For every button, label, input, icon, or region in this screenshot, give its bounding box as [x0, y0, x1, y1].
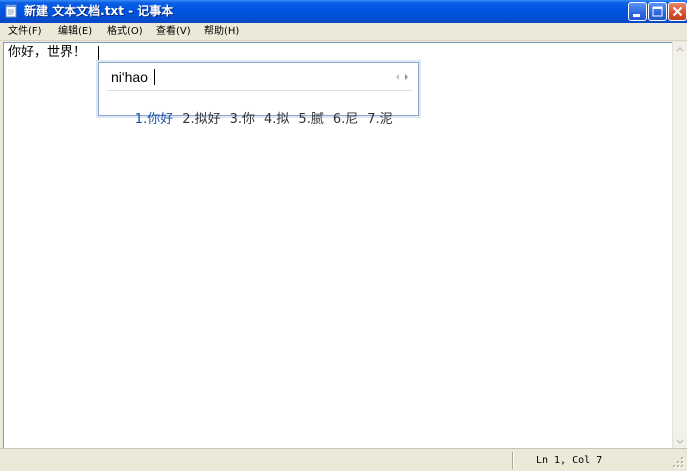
menu-format[interactable]: 格式(O) — [107, 25, 143, 39]
status-bar: Ln 1, Col 7 — [0, 448, 687, 471]
chevron-up-icon — [676, 47, 684, 52]
ime-candidate-6[interactable]: 6.尼 — [333, 111, 358, 128]
window-title: 新建 文本文档.txt - 记事本 — [24, 4, 174, 18]
page-arrows-icon[interactable] — [394, 72, 410, 82]
maximize-button[interactable] — [648, 2, 667, 21]
scroll-up-button[interactable] — [673, 42, 687, 56]
menu-bar: 文件(F) 编辑(E) 格式(O) 查看(V) 帮助(H) — [0, 23, 687, 41]
ime-candidate-3[interactable]: 3.你 — [230, 111, 255, 128]
resize-grip-icon[interactable] — [672, 455, 685, 468]
title-bar[interactable]: 新建 文本文档.txt - 记事本 — [0, 0, 687, 23]
ime-divider — [107, 90, 412, 91]
editor-content: 你好，世界！ — [8, 45, 87, 60]
menu-edit[interactable]: 编辑(E) — [58, 25, 92, 39]
ime-candidate-window: ni'hao 1.你好 2.拟好 3.你 4.拟 5.腻 6.尼 7.泥 — [98, 62, 419, 127]
chevron-down-icon — [676, 439, 684, 444]
ime-caret — [154, 69, 155, 85]
ime-candidate-4[interactable]: 4.拟 — [264, 111, 289, 128]
close-button[interactable] — [668, 2, 687, 21]
notepad-icon — [5, 4, 17, 18]
ime-candidate-1[interactable]: 1.你好 — [135, 111, 173, 128]
ime-candidate-list: 1.你好 2.拟好 3.你 4.拟 5.腻 6.尼 7.泥 — [110, 94, 402, 145]
status-separator — [512, 452, 514, 469]
ime-candidate-7[interactable]: 7.泥 — [367, 111, 392, 128]
maximize-icon — [652, 6, 663, 17]
ime-composition: ni'hao — [111, 69, 148, 85]
menu-view[interactable]: 查看(V) — [156, 25, 191, 39]
menu-file[interactable]: 文件(F) — [8, 25, 42, 39]
scroll-down-button[interactable] — [673, 433, 687, 447]
close-icon — [672, 6, 683, 17]
minimize-icon — [633, 14, 640, 17]
notepad-window: 新建 文本文档.txt - 记事本 文件(F) 编辑(E) 格式(O) 查看(V… — [0, 0, 687, 471]
cursor-position: Ln 1, Col 7 — [536, 455, 603, 466]
minimize-button[interactable] — [628, 2, 647, 21]
vertical-scrollbar[interactable] — [672, 42, 687, 448]
ime-candidate-2[interactable]: 2.拟好 — [182, 111, 220, 128]
text-caret — [98, 46, 99, 60]
ime-candidate-5[interactable]: 5.腻 — [298, 111, 323, 128]
menu-help[interactable]: 帮助(H) — [204, 25, 239, 39]
